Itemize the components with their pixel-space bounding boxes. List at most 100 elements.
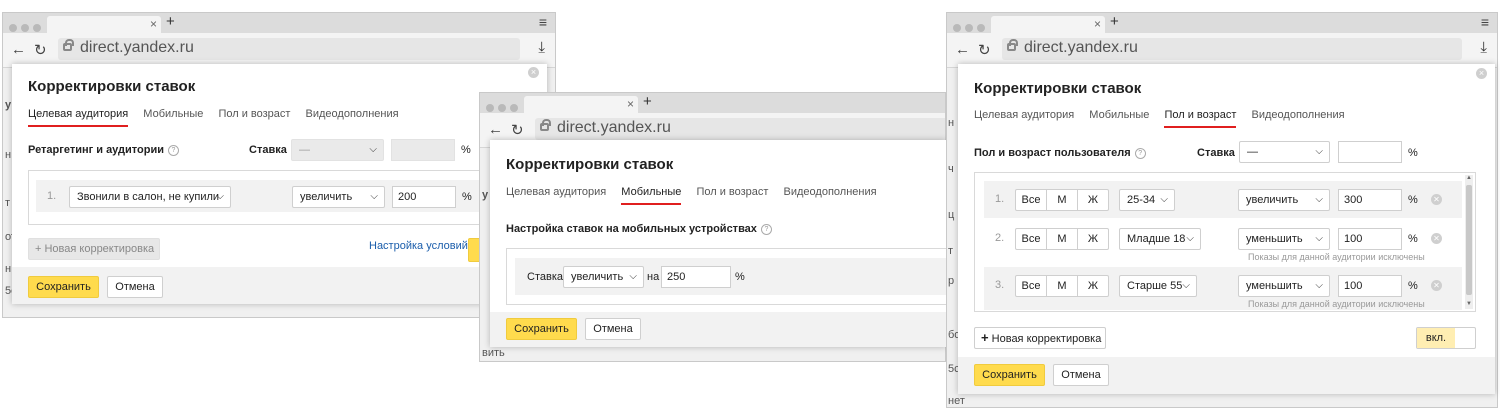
save-button[interactable]: Сохранить <box>28 276 99 298</box>
reload-icon[interactable]: ↻ <box>34 41 47 59</box>
reload-icon[interactable]: ↻ <box>978 41 991 59</box>
background-text: ц <box>948 209 955 221</box>
address-field[interactable]: direct.yandex.ru <box>1002 38 1462 60</box>
scroll-down-icon[interactable]: ▼ <box>1465 301 1473 307</box>
bid-input[interactable] <box>1338 141 1402 163</box>
tab-video-extensions[interactable]: Видеодополнения <box>1252 109 1345 126</box>
new-tab-icon[interactable]: + <box>166 13 175 30</box>
row-number: 1. <box>47 190 57 202</box>
cancel-button[interactable]: Отмена <box>107 276 163 298</box>
download-icon[interactable]: ⤓ <box>1480 39 1487 56</box>
value-input[interactable]: 100 <box>1338 275 1402 297</box>
gender-female-button[interactable]: Ж <box>1078 229 1108 249</box>
percent-label: % <box>1408 194 1418 206</box>
address-field[interactable]: direct.yandex.ru <box>535 118 945 140</box>
tab-close-icon[interactable]: × <box>1094 17 1101 31</box>
value-input[interactable]: 300 <box>1338 189 1402 211</box>
browser-tab[interactable]: × <box>991 16 1105 33</box>
age-select[interactable]: Младше 18 ⌵ <box>1119 228 1201 250</box>
row-number: 3. <box>995 279 1005 291</box>
gender-all-button[interactable]: Все <box>1016 229 1047 249</box>
remove-icon[interactable]: ✕ <box>1431 233 1442 244</box>
back-icon[interactable]: ← <box>11 41 26 58</box>
browser-tab[interactable]: × <box>47 16 161 33</box>
action-select[interactable]: уменьшить ⌵ <box>1238 228 1330 250</box>
gender-male-button[interactable]: М <box>1047 190 1078 210</box>
tab-gender-age[interactable]: Пол и возраст <box>1164 109 1237 128</box>
section-title: Настройка ставок на мобильных устройства… <box>506 223 772 235</box>
tab-close-icon[interactable]: × <box>150 17 157 31</box>
back-icon[interactable]: ← <box>488 121 503 138</box>
gender-female-button[interactable]: Ж <box>1078 190 1108 210</box>
url-text: direct.yandex.ru <box>80 39 194 56</box>
tab-video-extensions[interactable]: Видеодополнения <box>784 186 877 203</box>
tab-target-audience[interactable]: Целевая аудитория <box>506 186 606 203</box>
add-adjustment-label: Новая корректировка <box>991 333 1102 345</box>
value-input[interactable]: 250 <box>661 266 731 288</box>
reload-icon[interactable]: ↻ <box>511 121 524 139</box>
tab-mobile[interactable]: Мобильные <box>621 186 682 205</box>
value-input[interactable]: 100 <box>1338 228 1402 250</box>
save-button[interactable]: Сохранить <box>974 364 1045 386</box>
action-select[interactable]: увеличить ⌵ <box>292 186 385 208</box>
help-icon[interactable]: ? <box>760 224 772 235</box>
close-icon[interactable]: × <box>1476 68 1487 79</box>
action-select[interactable]: уменьшить ⌵ <box>1238 275 1330 297</box>
percent-label: % <box>1408 147 1418 159</box>
scrollbar[interactable]: ▲ ▼ <box>1465 175 1473 309</box>
bid-select[interactable]: — ⌵ <box>1239 141 1330 163</box>
remove-icon[interactable]: ✕ <box>1431 194 1442 205</box>
action-select[interactable]: увеличить ⌵ <box>563 266 644 288</box>
enabled-toggle[interactable]: вкл. <box>1416 327 1476 349</box>
close-icon[interactable]: × <box>528 67 539 78</box>
tab-mobile[interactable]: Мобильные <box>1089 109 1149 126</box>
cancel-button[interactable]: Отмена <box>585 318 641 340</box>
gender-all-button[interactable]: Все <box>1016 276 1047 296</box>
back-icon[interactable]: ← <box>955 41 970 58</box>
conditions-link[interactable]: Настройка условий <box>369 240 468 252</box>
add-adjustment-button[interactable]: + Новая корректировка <box>28 238 160 260</box>
tab-mobile[interactable]: Мобильные <box>143 108 203 125</box>
address-field[interactable]: direct.yandex.ru <box>58 38 520 60</box>
cancel-button[interactable]: Отмена <box>1053 364 1109 386</box>
adjustments-box: 1. Звонили в салон, не купили ⌵ увеличить… <box>28 170 540 225</box>
section-title: Ретаргетинг и аудитории? <box>28 144 179 156</box>
download-icon[interactable]: ⤓ <box>538 39 545 56</box>
value-input[interactable]: 200 <box>392 186 456 208</box>
tab-gender-age[interactable]: Пол и возраст <box>218 108 290 125</box>
action-select[interactable]: увеличить ⌵ <box>1238 189 1330 211</box>
scroll-up-icon[interactable]: ▲ <box>1465 175 1473 181</box>
remove-icon[interactable]: ✕ <box>1431 280 1442 291</box>
tab-target-audience[interactable]: Целевая аудитория <box>974 109 1074 126</box>
add-adjustment-button[interactable]: + Новая корректировка <box>974 327 1106 349</box>
browser-tab[interactable]: × <box>524 96 638 113</box>
bid-adjustments-modal-left: Корректировки ставок × Целевая аудитория… <box>12 64 547 304</box>
background-text: у <box>482 189 489 201</box>
scroll-thumb[interactable] <box>1466 185 1472 295</box>
lock-icon <box>63 39 74 51</box>
help-icon[interactable]: ? <box>167 145 179 156</box>
chevron-down-icon: ⌵ <box>1160 194 1168 205</box>
new-tab-icon[interactable]: + <box>1110 13 1119 30</box>
gender-male-button[interactable]: М <box>1047 276 1078 296</box>
age-select[interactable]: Старше 55 ⌵ <box>1119 275 1197 297</box>
help-icon[interactable]: ? <box>1134 148 1146 159</box>
tab-target-audience[interactable]: Целевая аудитория <box>28 108 129 127</box>
tab-close-icon[interactable]: × <box>627 97 634 111</box>
gender-all-button[interactable]: Все <box>1016 190 1047 210</box>
lock-icon <box>1007 39 1018 51</box>
percent-label: % <box>461 144 471 156</box>
age-select[interactable]: 25-34 ⌵ <box>1119 189 1175 211</box>
menu-icon[interactable]: ≡ <box>539 14 547 30</box>
save-button[interactable]: Сохранить <box>506 318 577 340</box>
gender-male-button[interactable]: М <box>1047 229 1078 249</box>
chevron-down-icon: ⌵ <box>1182 280 1190 291</box>
excluded-note: Показы для данной аудитории исключены <box>1248 252 1425 262</box>
gender-female-button[interactable]: Ж <box>1078 276 1108 296</box>
tab-gender-age[interactable]: Пол и возраст <box>696 186 768 203</box>
audience-select[interactable]: Звонили в салон, не купили ⌵ <box>69 186 231 208</box>
menu-icon[interactable]: ≡ <box>1481 14 1489 30</box>
new-tab-icon[interactable]: + <box>643 93 652 110</box>
tab-video-extensions[interactable]: Видеодополнения <box>306 108 399 125</box>
background-text: т <box>5 197 11 209</box>
